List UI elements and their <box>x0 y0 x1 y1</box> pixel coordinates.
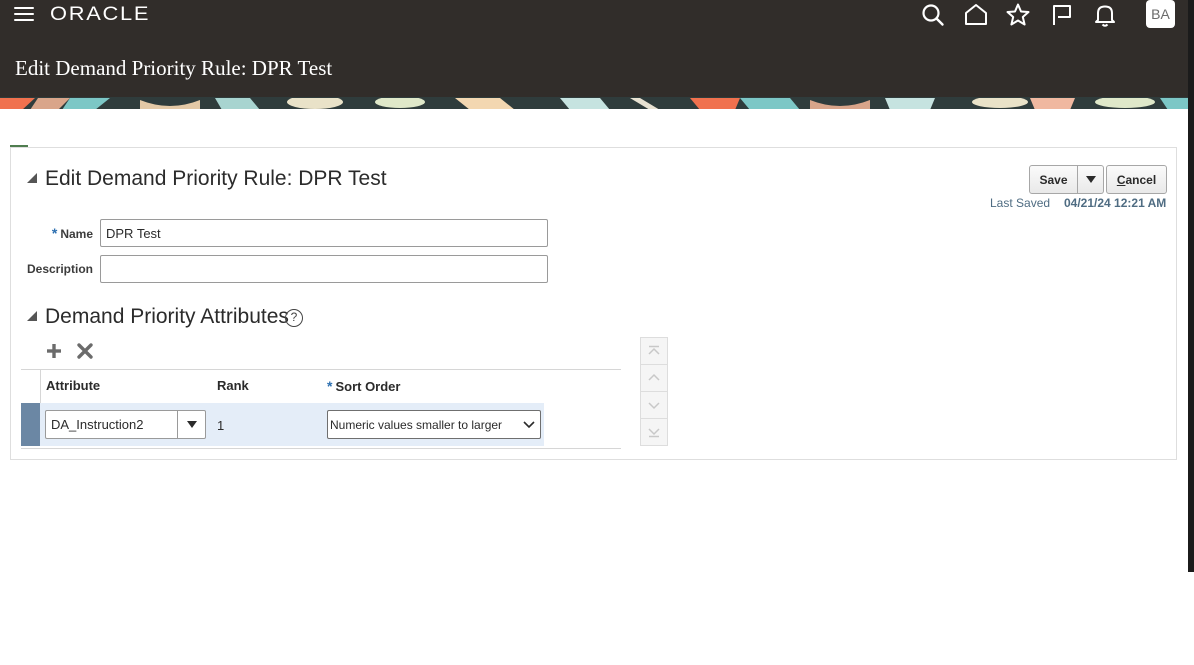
row-selector[interactable] <box>21 403 40 446</box>
collapse-section-icon[interactable] <box>27 173 37 183</box>
section-title: Edit Demand Priority Rule: DPR Test <box>45 167 387 190</box>
move-to-top-button[interactable] <box>640 337 668 365</box>
name-label: * Name <box>51 225 93 241</box>
description-field[interactable] <box>100 255 548 283</box>
name-field[interactable] <box>100 219 548 247</box>
attribute-value[interactable]: DA_Instruction2 <box>46 411 177 438</box>
table-bottom-border <box>21 448 621 449</box>
move-top-icon <box>648 345 660 355</box>
triangle-down-icon <box>1085 175 1096 183</box>
decorative-banner <box>0 97 1188 109</box>
bell-icon[interactable] <box>1092 2 1118 28</box>
required-indicator: * <box>51 225 58 241</box>
triangle-down-icon <box>186 420 197 428</box>
vertical-scrollbar[interactable] <box>1188 0 1194 572</box>
search-icon[interactable] <box>920 2 946 28</box>
sort-order-value: Numeric values smaller to larger <box>330 417 503 432</box>
move-bottom-icon <box>648 428 660 438</box>
delete-row-icon[interactable] <box>75 341 95 361</box>
description-label: Description <box>26 262 93 276</box>
flag-icon[interactable] <box>1049 2 1075 28</box>
column-header-sort-order[interactable]: * Sort Order <box>327 378 400 394</box>
add-row-icon[interactable] <box>44 341 64 361</box>
cancel-button[interactable]: Cancel <box>1106 165 1167 194</box>
move-up-button[interactable] <box>640 364 668 392</box>
save-button[interactable]: Save <box>1029 165 1078 194</box>
last-saved-value: 04/21/24 12:21 AM <box>1064 196 1167 210</box>
column-header-attribute[interactable]: Attribute <box>46 378 100 393</box>
menu-icon[interactable] <box>14 4 34 24</box>
rank-value: 1 <box>217 418 225 433</box>
user-avatar[interactable]: BA <box>1146 0 1175 28</box>
last-saved-label: Last Saved <box>990 196 1051 210</box>
home-icon[interactable] <box>963 2 989 28</box>
table-top-border <box>21 369 621 370</box>
page-title: Edit Demand Priority Rule: DPR Test <box>15 56 333 80</box>
cancel-label: ancel <box>1125 172 1157 187</box>
oracle-logo[interactable]: ORACLE <box>50 4 150 26</box>
table-selector-column-divider <box>40 370 41 403</box>
chevron-down-icon <box>518 420 540 429</box>
chevron-down-icon <box>648 402 660 410</box>
star-icon[interactable] <box>1005 2 1031 28</box>
sort-order-select[interactable]: Numeric values smaller to larger <box>327 410 541 439</box>
move-to-bottom-button[interactable] <box>640 418 668 446</box>
attribute-dropdown-button[interactable] <box>177 411 205 438</box>
save-menu-button[interactable] <box>1078 165 1104 194</box>
global-header: ORACLE BA Edit Demand Priority Rule: DPR… <box>0 0 1188 97</box>
cancel-mnemonic: C <box>1116 172 1126 187</box>
required-indicator: * <box>327 378 333 394</box>
chevron-up-icon <box>648 373 660 381</box>
attribute-combobox[interactable]: DA_Instruction2 <box>45 410 206 439</box>
action-buttons: Save Cancel <box>1029 165 1167 194</box>
help-icon[interactable]: ? <box>285 309 303 327</box>
column-header-rank[interactable]: Rank <box>217 378 249 393</box>
collapse-attributes-icon[interactable] <box>27 311 37 321</box>
move-down-button[interactable] <box>640 391 668 419</box>
attributes-section-title: Demand Priority Attributes <box>45 305 289 328</box>
